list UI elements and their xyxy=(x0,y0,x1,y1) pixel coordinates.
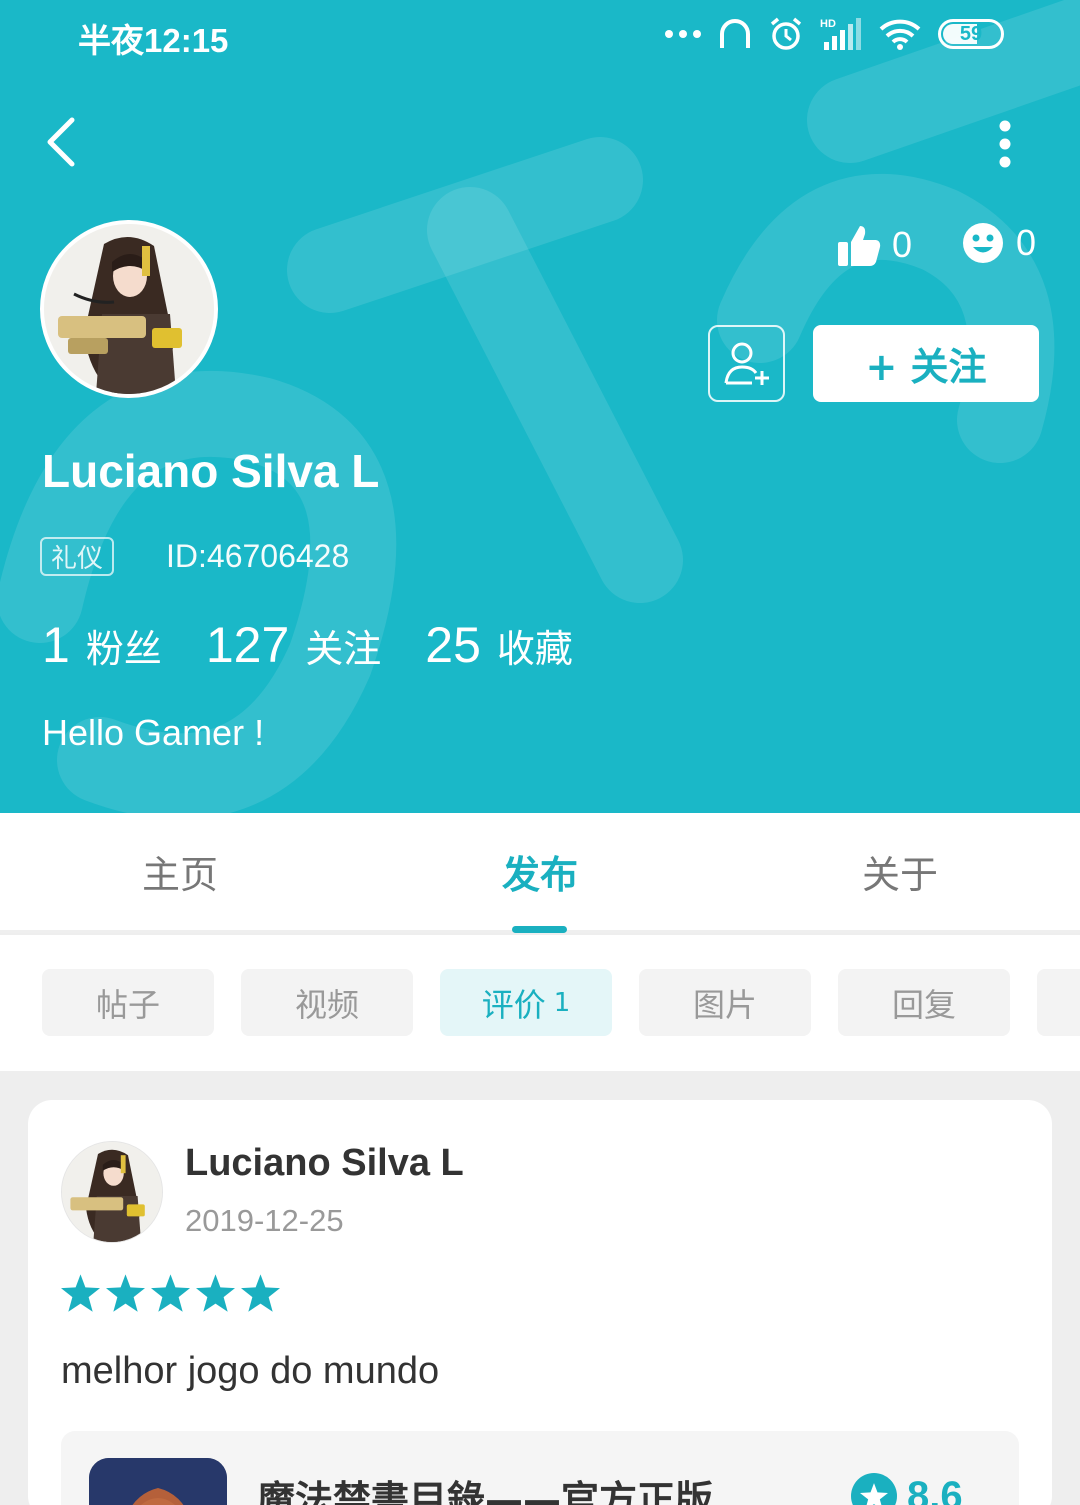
profile-tabs: 主页 发布 关于 xyxy=(0,813,1080,933)
stat-favorites[interactable]: 25 收藏 xyxy=(425,616,573,674)
etiquette-badge[interactable]: 礼仪 xyxy=(40,537,114,576)
tab-home[interactable]: 主页 xyxy=(0,813,360,930)
battery-level: 59 xyxy=(959,22,983,45)
filter-chips: 帖子 视频 评价 1 图片 回复 xyxy=(0,935,1080,1071)
more-dots-icon xyxy=(665,30,701,38)
smiles-counter[interactable]: 0 xyxy=(962,222,1036,264)
tab-about[interactable]: 关于 xyxy=(720,813,1080,930)
chip-count: 1 xyxy=(553,987,571,1018)
user-id: ID:46706428 xyxy=(166,538,350,574)
alarm-icon xyxy=(770,17,802,50)
profile-stats: 1 粉丝 127 关注 25 收藏 xyxy=(42,616,617,674)
more-vertical-icon[interactable] xyxy=(990,114,1020,174)
chip-replies[interactable]: 回复 xyxy=(838,969,1010,1036)
review-text: melhor jogo do mundo xyxy=(61,1350,440,1392)
add-friend-button[interactable] xyxy=(708,325,785,402)
username: Luciano Silva L xyxy=(42,445,380,497)
review-date: 2019-12-25 xyxy=(185,1203,344,1238)
follow-button[interactable]: + 关注 xyxy=(813,325,1039,402)
chip-reviews[interactable]: 评价 1 xyxy=(440,969,612,1036)
bio: Hello Gamer ! xyxy=(42,712,265,753)
signal-hd-icon: HD xyxy=(820,18,861,50)
chip-label: 评价 xyxy=(481,985,546,1024)
stat-label: 收藏 xyxy=(496,627,573,671)
game-title: 魔法禁書目錄——官方正版 xyxy=(257,1478,714,1505)
thumbs-up-icon xyxy=(838,226,881,266)
status-icons: HD 59 xyxy=(664,12,1004,56)
back-arrow-icon[interactable] xyxy=(38,112,86,172)
status-time: 半夜12:15 xyxy=(78,22,229,59)
avatar[interactable] xyxy=(40,220,218,398)
star-icon xyxy=(61,1274,100,1312)
chip-label: 视频 xyxy=(294,985,359,1024)
tab-indicator xyxy=(512,926,567,933)
stat-label: 粉丝 xyxy=(85,627,162,671)
star-icon xyxy=(241,1274,280,1312)
stat-following[interactable]: 127 关注 xyxy=(206,616,381,674)
chip-label: 帖子 xyxy=(95,985,160,1024)
profile-header: 半夜12:15 HD 59 0 0 + 关注 Luciano Silva L 礼… xyxy=(0,0,1080,813)
chip-videos[interactable]: 视频 xyxy=(241,969,413,1036)
stat-value: 127 xyxy=(205,617,290,673)
chip-label: 回复 xyxy=(891,985,956,1024)
review-card[interactable]: Luciano Silva L 2019-12-25 melhor jogo d… xyxy=(28,1100,1052,1505)
svg-text:HD: HD xyxy=(820,18,836,30)
likes-count: 0 xyxy=(892,224,913,265)
game-score-value: 8.6 xyxy=(907,1473,963,1505)
chip-threads[interactable]: 帖子 xyxy=(42,969,214,1036)
likes-counter[interactable]: 0 xyxy=(836,222,912,268)
avatar-image xyxy=(44,224,214,394)
stat-fans[interactable]: 1 粉丝 xyxy=(42,616,162,674)
stat-value: 1 xyxy=(42,617,70,673)
game-icon xyxy=(89,1458,227,1505)
status-bar: 半夜12:15 HD 59 xyxy=(0,0,1080,70)
stat-label: 关注 xyxy=(305,627,382,671)
game-score: 8.6 xyxy=(851,1473,963,1505)
star-icon xyxy=(151,1274,190,1312)
headphones-icon xyxy=(720,19,750,48)
smile-icon xyxy=(963,223,1003,263)
watermark-logo xyxy=(0,0,1080,813)
avatar-image xyxy=(62,1142,162,1242)
add-friend-icon xyxy=(724,342,769,385)
battery-indicator: 59 xyxy=(938,19,1004,49)
chip-label: 图片 xyxy=(692,985,757,1024)
review-author[interactable]: Luciano Silva L xyxy=(185,1142,464,1185)
chip-images[interactable]: 图片 xyxy=(639,969,811,1036)
stat-value: 25 xyxy=(425,617,481,673)
star-icon xyxy=(106,1274,145,1312)
avatar[interactable] xyxy=(61,1141,163,1243)
wifi-icon xyxy=(879,19,921,50)
smiles-count: 0 xyxy=(1016,222,1037,263)
chip-more[interactable] xyxy=(1037,969,1080,1036)
tab-posts[interactable]: 发布 xyxy=(360,813,720,930)
star-icon xyxy=(851,1473,897,1505)
star-icon xyxy=(196,1274,235,1312)
rating-stars xyxy=(61,1274,280,1312)
game-link[interactable]: 魔法禁書目錄——官方正版 8.6 xyxy=(61,1431,1019,1505)
